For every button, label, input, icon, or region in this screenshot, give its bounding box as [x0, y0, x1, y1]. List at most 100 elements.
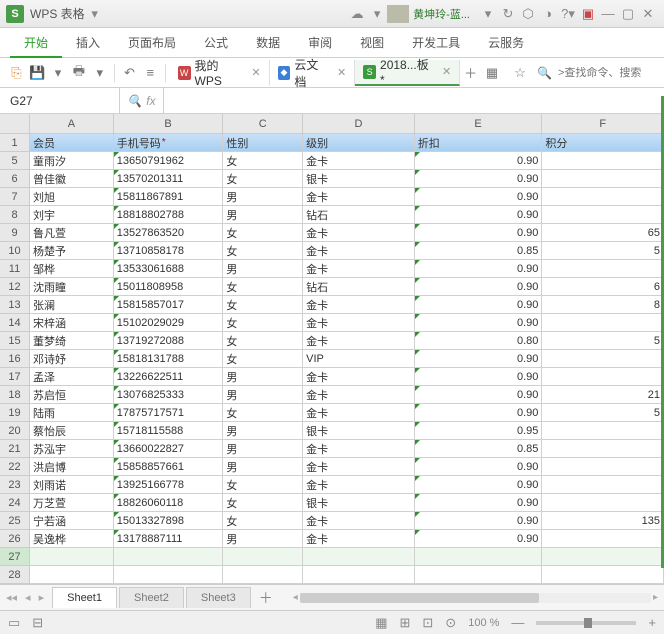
cell[interactable]: 0.90 — [415, 314, 543, 332]
cell[interactable]: 洪启博 — [30, 458, 114, 476]
cell[interactable]: 13570201311 — [114, 170, 224, 188]
cell[interactable]: 女 — [223, 242, 303, 260]
cell[interactable]: 0.90 — [415, 530, 543, 548]
cell[interactable]: 男 — [223, 206, 303, 224]
cell[interactable]: 金卡 — [303, 314, 415, 332]
cell[interactable]: 级别 — [303, 134, 415, 152]
cell[interactable]: 5 — [542, 332, 664, 350]
cell[interactable]: 张澜 — [30, 296, 114, 314]
cell[interactable] — [223, 548, 303, 566]
cell[interactable]: 21 — [542, 386, 664, 404]
cell[interactable]: 银卡 — [303, 422, 415, 440]
saveas-icon[interactable]: ▾ — [48, 62, 69, 84]
scroll-right-icon[interactable]: ▸ — [653, 592, 658, 603]
cell[interactable]: 女 — [223, 404, 303, 422]
row-header[interactable]: 8 — [0, 206, 30, 224]
cell[interactable]: 董梦绮 — [30, 332, 114, 350]
row-header[interactable]: 22 — [0, 458, 30, 476]
cell[interactable]: 孟泽 — [30, 368, 114, 386]
avatar[interactable] — [387, 5, 409, 23]
cell[interactable]: 女 — [223, 152, 303, 170]
zoom-in-icon[interactable]: + — [648, 615, 656, 630]
sync-icon[interactable]: ↻ — [498, 6, 518, 22]
cell[interactable]: 金卡 — [303, 512, 415, 530]
cell[interactable]: 苏启恒 — [30, 386, 114, 404]
dropdown-icon[interactable]: ▾ — [89, 62, 110, 84]
row-header[interactable]: 17 — [0, 368, 30, 386]
fx-icon[interactable]: 🔍fx — [120, 88, 164, 113]
document-tab[interactable]: W我的WPS✕ — [170, 60, 270, 86]
close-icon[interactable]: ✕ — [337, 66, 346, 79]
cell[interactable]: 童雨汐 — [30, 152, 114, 170]
cell[interactable]: 0.85 — [415, 440, 543, 458]
cell[interactable]: 男 — [223, 530, 303, 548]
ribbon-tab[interactable]: 云服务 — [474, 27, 538, 58]
dropdown-icon[interactable]: ▾ — [478, 6, 498, 22]
cell[interactable] — [542, 458, 664, 476]
cell[interactable]: 手机号码* — [114, 134, 224, 152]
px-icon[interactable]: ⬡ — [518, 6, 538, 22]
cell[interactable]: 0.90 — [415, 260, 543, 278]
cell[interactable]: 女 — [223, 350, 303, 368]
ribbon-tab[interactable]: 视图 — [346, 27, 398, 58]
column-header[interactable]: B — [114, 114, 224, 134]
cell[interactable]: 折扣 — [415, 134, 543, 152]
cell[interactable]: 金卡 — [303, 530, 415, 548]
close-icon[interactable]: ✕ — [251, 66, 260, 79]
cell[interactable] — [542, 476, 664, 494]
cell[interactable]: 15013327898 — [114, 512, 224, 530]
cell[interactable]: 金卡 — [303, 332, 415, 350]
cell[interactable]: 男 — [223, 458, 303, 476]
cell[interactable]: 0.90 — [415, 404, 543, 422]
cell[interactable]: 65 — [542, 224, 664, 242]
cell[interactable] — [542, 152, 664, 170]
cell[interactable]: 15815857017 — [114, 296, 224, 314]
cell[interactable]: 陆雨 — [30, 404, 114, 422]
row-header[interactable]: 7 — [0, 188, 30, 206]
cell[interactable] — [415, 566, 543, 584]
cell[interactable]: 男 — [223, 368, 303, 386]
cell[interactable]: 曾佳徽 — [30, 170, 114, 188]
row-header[interactable]: 14 — [0, 314, 30, 332]
cell[interactable]: 13925166778 — [114, 476, 224, 494]
cell[interactable]: 女 — [223, 296, 303, 314]
cell[interactable]: 杨楚予 — [30, 242, 114, 260]
save-icon[interactable]: 💾 — [27, 62, 48, 84]
cell[interactable]: 会员 — [30, 134, 114, 152]
menu-icon[interactable]: ▦ — [481, 62, 503, 84]
row-header[interactable]: 26 — [0, 530, 30, 548]
ribbon-tab[interactable]: 开发工具 — [398, 27, 474, 58]
cell[interactable]: 0.90 — [415, 152, 543, 170]
sheet-tab[interactable]: Sheet1 — [52, 587, 117, 608]
help-icon[interactable]: ?▾ — [558, 6, 578, 22]
row-header[interactable]: 1 — [0, 134, 30, 152]
cell[interactable]: 银卡 — [303, 170, 415, 188]
cell[interactable]: 宁若涵 — [30, 512, 114, 530]
row-header[interactable]: 23 — [0, 476, 30, 494]
cell[interactable]: 15102029029 — [114, 314, 224, 332]
cell[interactable]: 男 — [223, 440, 303, 458]
sheet-nav-first[interactable]: ◂◂ — [6, 591, 17, 604]
cell[interactable]: 女 — [223, 332, 303, 350]
cell[interactable]: 金卡 — [303, 386, 415, 404]
cell[interactable]: 刘雨诺 — [30, 476, 114, 494]
search-input[interactable] — [558, 67, 658, 79]
cell[interactable]: 0.90 — [415, 278, 543, 296]
cell[interactable]: 8 — [542, 296, 664, 314]
cell[interactable]: 银卡 — [303, 494, 415, 512]
cell[interactable]: 0.95 — [415, 422, 543, 440]
cell[interactable]: 18826060118 — [114, 494, 224, 512]
add-sheet-icon[interactable]: ＋ — [259, 588, 273, 608]
view-normal-icon[interactable]: ▦ — [375, 615, 387, 631]
cell[interactable]: 金卡 — [303, 440, 415, 458]
favorite-icon[interactable]: ☆ — [509, 62, 531, 84]
cell[interactable] — [542, 314, 664, 332]
cell[interactable]: 积分 — [542, 134, 664, 152]
cell[interactable] — [30, 566, 114, 584]
window-maximize[interactable]: ▢ — [618, 6, 638, 22]
cell[interactable] — [542, 188, 664, 206]
cell[interactable]: 0.90 — [415, 476, 543, 494]
cell[interactable]: 15818131788 — [114, 350, 224, 368]
update-icon[interactable]: ▣ — [578, 6, 598, 22]
dropdown-icon[interactable]: ▾ — [367, 6, 387, 22]
